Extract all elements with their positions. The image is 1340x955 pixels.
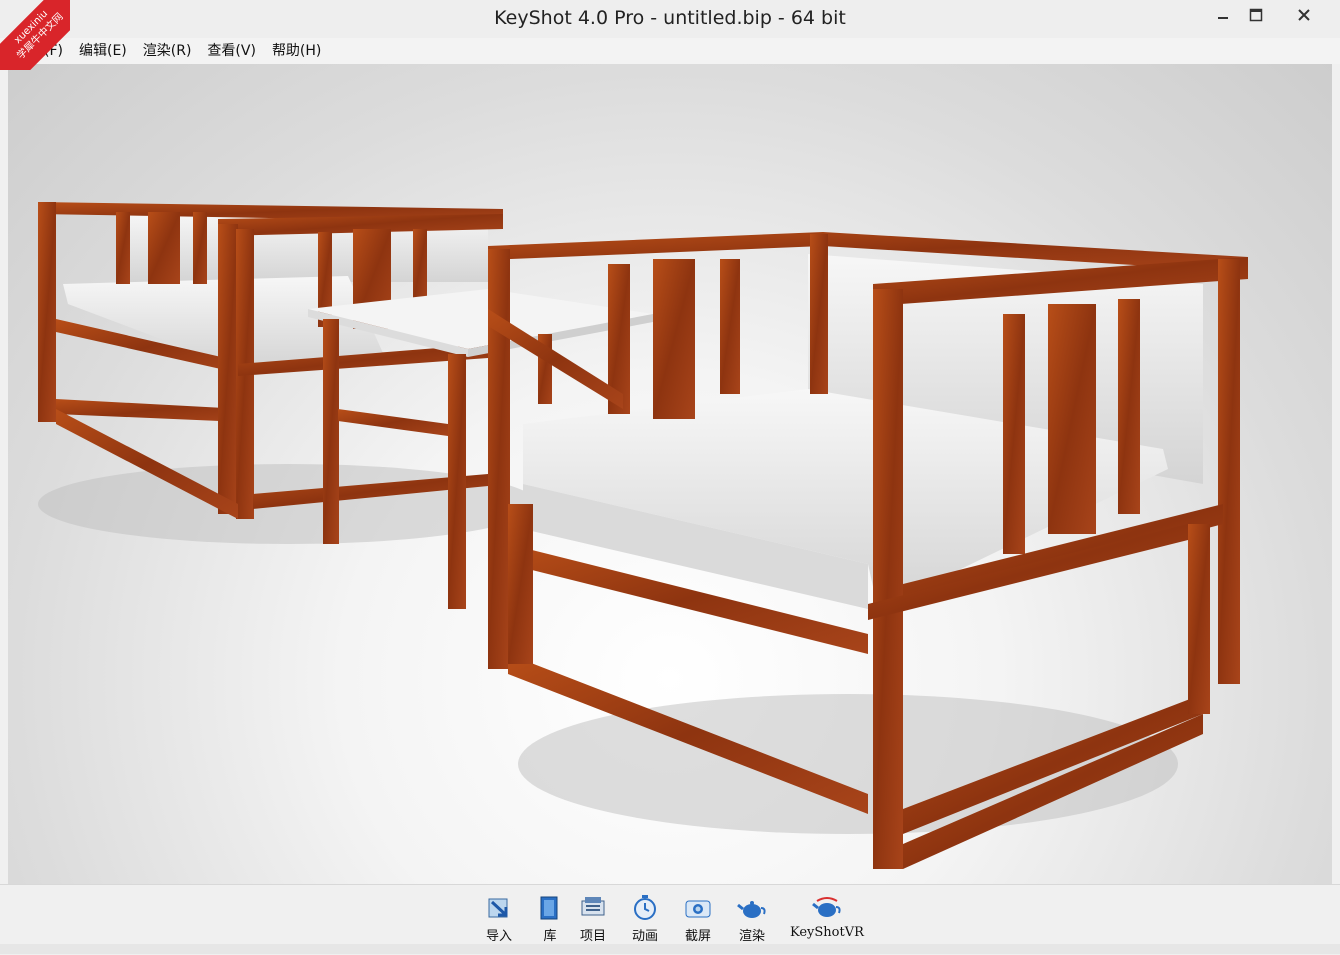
menu-edit[interactable]: 编辑(E): [71, 38, 135, 64]
library-label: 库: [543, 929, 557, 944]
menu-bar: 文件(F) 编辑(E) 渲染(R) 查看(V) 帮助(H): [0, 38, 1340, 64]
screenshot-icon: [685, 900, 711, 918]
title-bar: KeyShot 4.0 Pro - untitled.bip - 64 bit: [0, 0, 1340, 38]
close-icon: [1298, 9, 1310, 21]
animation-icon: [634, 895, 656, 920]
screenshot-button[interactable]: 截屏: [683, 893, 713, 944]
project-icon: [581, 897, 605, 916]
watermark-line2: 学犀牛中文网: [15, 11, 66, 62]
minimize-icon: [1218, 17, 1228, 19]
watermark-ribbon: xuexiniu 学犀牛中文网: [0, 0, 70, 70]
animation-label: 动画: [631, 929, 658, 944]
screenshot-label: 截屏: [684, 929, 711, 944]
keyshotvr-label: KeyShotVR: [790, 925, 864, 940]
library-icon: [540, 896, 558, 920]
menu-view[interactable]: 查看(V): [199, 38, 264, 64]
render-label: 渲染: [738, 929, 765, 944]
window-title: KeyShot 4.0 Pro - untitled.bip - 64 bit: [494, 7, 846, 29]
render-button[interactable]: 渲染: [737, 893, 767, 944]
close-button[interactable]: [1273, 0, 1335, 30]
keyshotvr-button[interactable]: KeyShotVR: [790, 893, 864, 940]
project-button[interactable]: 项目: [578, 893, 608, 944]
animation-button[interactable]: 动画: [630, 893, 660, 944]
import-label: 导入: [485, 929, 512, 944]
import-icon: [488, 898, 508, 918]
status-bar: [0, 944, 1340, 954]
minimize-button[interactable]: [1207, 0, 1239, 30]
keyshotvr-icon: [812, 897, 841, 917]
project-label: 项目: [579, 929, 606, 944]
maximize-button[interactable]: [1240, 0, 1272, 30]
menu-render[interactable]: 渲染(R): [135, 38, 200, 64]
library-button[interactable]: 库: [535, 893, 565, 944]
watermark-badge: xuexiniu 学犀牛中文网: [0, 0, 70, 70]
render-teapot-icon: [737, 901, 766, 918]
furniture-render: [38, 202, 1248, 869]
render-viewport[interactable]: [8, 64, 1332, 884]
import-button[interactable]: 导入: [484, 893, 514, 944]
menu-help[interactable]: 帮助(H): [264, 38, 329, 64]
maximize-icon: [1249, 8, 1263, 22]
